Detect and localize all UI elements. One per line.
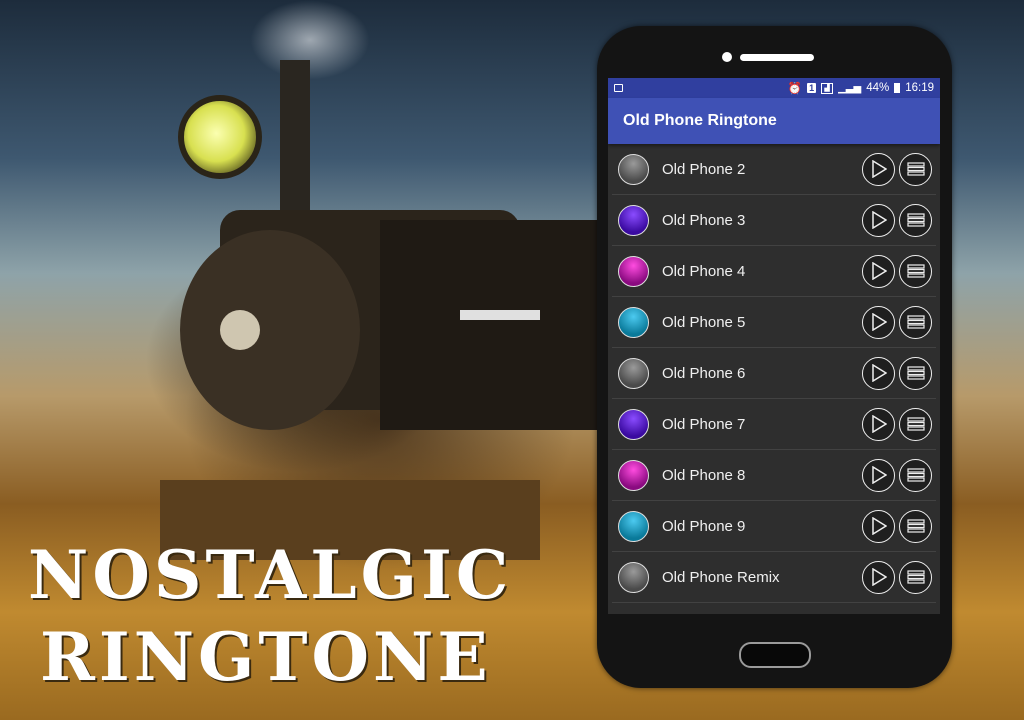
ringtone-color-indicator: [618, 510, 649, 542]
options-menu-button[interactable]: [899, 356, 932, 390]
play-icon: [871, 568, 887, 586]
ringtone-list: Old Phone 2 Old Phone 3 Old Phone 4 Old …: [608, 144, 940, 603]
options-menu-button[interactable]: [899, 560, 932, 594]
promo-title-line1: NOSTALGIC: [28, 536, 513, 614]
ringtone-color-indicator: [618, 357, 649, 389]
play-icon: [871, 415, 887, 433]
headlamp: [178, 95, 262, 179]
signal-icon: ▁▃▅: [838, 82, 862, 94]
menu-icon: [906, 162, 925, 176]
play-button[interactable]: [862, 560, 895, 594]
ringtone-color-indicator: [618, 459, 649, 491]
ringtone-list-item[interactable]: Old Phone 4: [612, 246, 936, 297]
sim-icon: 1: [807, 83, 817, 93]
menu-icon: [906, 315, 925, 329]
ringtone-color-indicator: [618, 408, 649, 440]
alarm-icon: ⏰: [787, 83, 803, 95]
ringtone-label: Old Phone 3: [662, 211, 746, 229]
menu-icon: [906, 417, 925, 431]
play-icon: [871, 211, 887, 229]
menu-icon: [906, 519, 925, 533]
ringtone-list-item[interactable]: Old Phone Remix: [612, 552, 936, 603]
data-signal-icon: ▟: [821, 82, 834, 94]
ringtone-list-item[interactable]: Old Phone 2: [612, 144, 936, 195]
menu-icon: [906, 468, 925, 482]
ringtone-label: Old Phone 9: [662, 517, 746, 535]
options-menu-button[interactable]: [899, 152, 932, 186]
options-menu-button[interactable]: [899, 458, 932, 492]
ringtone-color-indicator: [618, 306, 649, 338]
play-icon: [871, 466, 887, 484]
ringtone-color-indicator: [618, 561, 649, 593]
phone-frame: ⏰ 1 ▟ ▁▃▅ 44% 16:19 Old Phone Ringtone O…: [597, 26, 952, 688]
ringtone-color-indicator: [618, 255, 649, 287]
play-icon: [871, 160, 887, 178]
menu-icon: [906, 213, 925, 227]
options-menu-button[interactable]: [899, 203, 932, 237]
home-button[interactable]: [739, 642, 811, 668]
ringtone-color-indicator: [618, 153, 649, 185]
play-button[interactable]: [862, 152, 895, 186]
play-button[interactable]: [862, 305, 895, 339]
ringtone-label: Old Phone 8: [662, 466, 746, 484]
ringtone-color-indicator: [618, 204, 649, 236]
status-bar: ⏰ 1 ▟ ▁▃▅ 44% 16:19: [608, 78, 940, 98]
app-title: Old Phone Ringtone: [623, 112, 777, 129]
clock: 16:19: [905, 82, 934, 94]
play-button[interactable]: [862, 254, 895, 288]
ringtone-list-item[interactable]: Old Phone 7: [612, 399, 936, 450]
play-icon: [871, 364, 887, 382]
ringtone-label: Old Phone 2: [662, 160, 746, 178]
ringtone-label: Old Phone 7: [662, 415, 746, 433]
options-menu-button[interactable]: [899, 254, 932, 288]
ringtone-label: Old Phone 4: [662, 262, 746, 280]
ringtone-list-item[interactable]: Old Phone 9: [612, 501, 936, 552]
options-menu-button[interactable]: [899, 407, 932, 441]
ringtone-label: Old Phone 6: [662, 364, 746, 382]
ringtone-label: Old Phone Remix: [662, 568, 780, 586]
app-screen: ⏰ 1 ▟ ▁▃▅ 44% 16:19 Old Phone Ringtone O…: [608, 78, 940, 614]
ringtone-list-item[interactable]: Old Phone 8: [612, 450, 936, 501]
image-notification-icon: [614, 84, 623, 92]
play-button[interactable]: [862, 458, 895, 492]
play-button[interactable]: [862, 509, 895, 543]
earpiece-speaker: [740, 54, 814, 61]
play-button[interactable]: [862, 203, 895, 237]
ringtone-list-item[interactable]: Old Phone 3: [612, 195, 936, 246]
options-menu-button[interactable]: [899, 509, 932, 543]
play-button[interactable]: [862, 407, 895, 441]
menu-icon: [906, 570, 925, 584]
play-icon: [871, 262, 887, 280]
app-bar: Old Phone Ringtone: [608, 98, 940, 144]
ringtone-list-item[interactable]: Old Phone 6: [612, 348, 936, 399]
play-icon: [871, 313, 887, 331]
play-button[interactable]: [862, 356, 895, 390]
ringtone-label: Old Phone 5: [662, 313, 746, 331]
promo-title-line2: RINGTONE: [40, 618, 492, 696]
menu-icon: [906, 264, 925, 278]
play-icon: [871, 517, 887, 535]
ringtone-list-item[interactable]: Old Phone 5: [612, 297, 936, 348]
battery-percent: 44%: [866, 82, 890, 94]
options-menu-button[interactable]: [899, 305, 932, 339]
front-camera: [722, 52, 732, 62]
battery-icon: [894, 83, 901, 93]
menu-icon: [906, 366, 925, 380]
